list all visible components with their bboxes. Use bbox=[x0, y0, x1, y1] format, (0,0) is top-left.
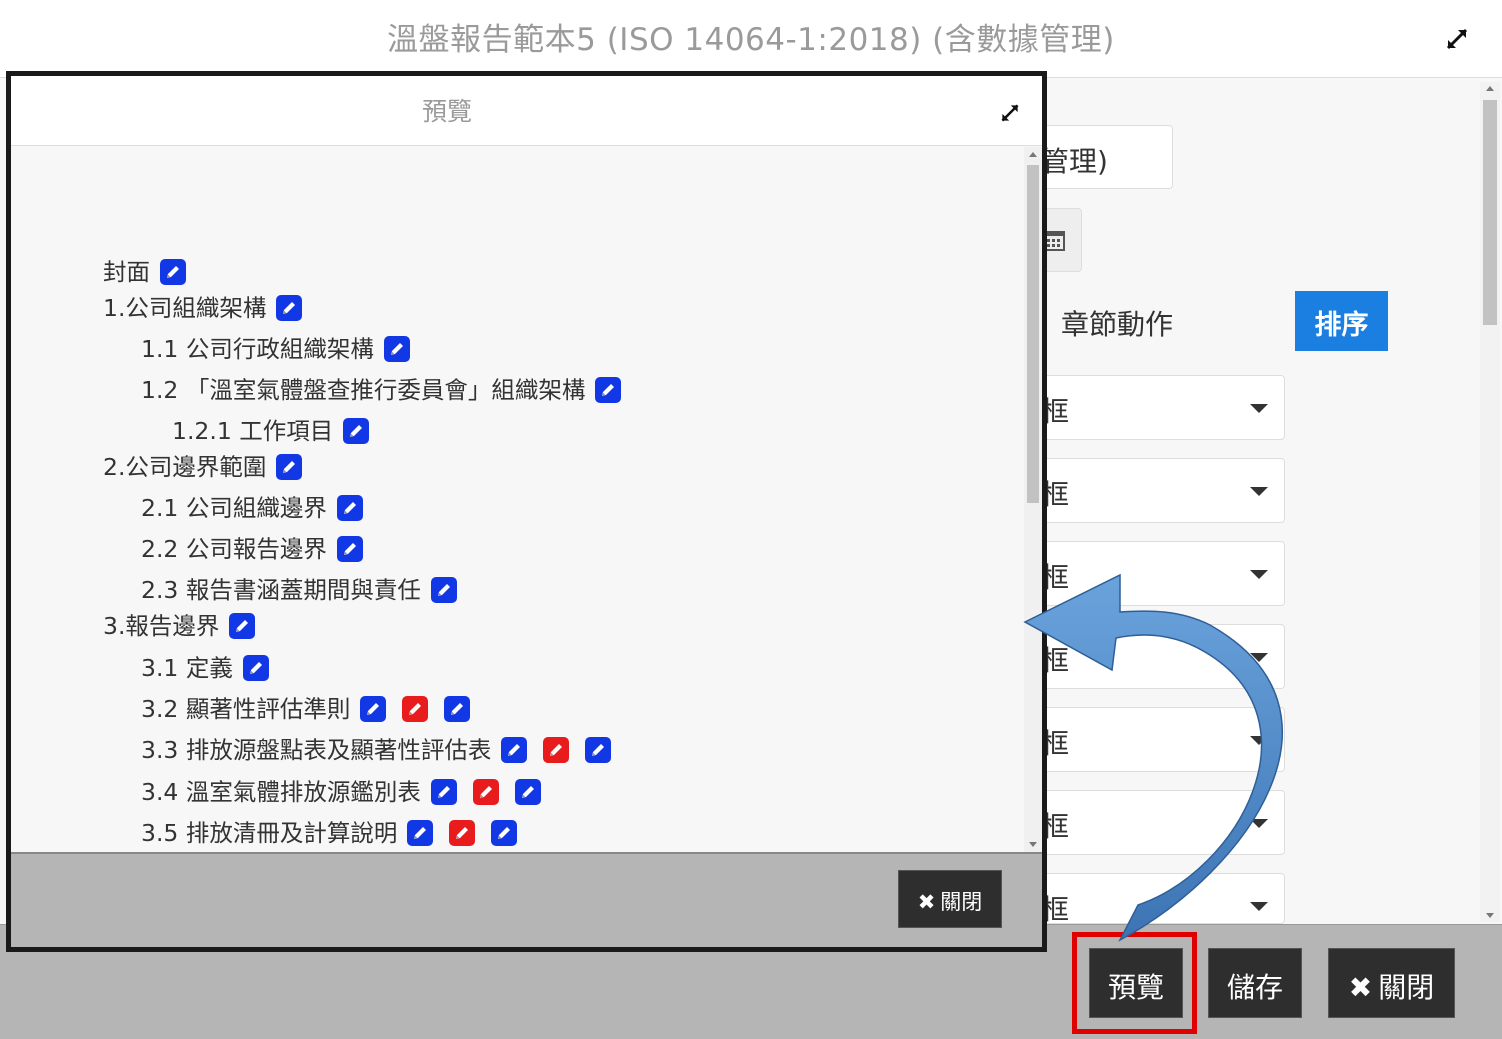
dialog-scrollbar[interactable] bbox=[1480, 82, 1500, 922]
toc-list: 封面 1.公司組織架構 1.1 公司行政組織架構 1.2 「溫室氣體盤查推行委員會」組… bbox=[11, 147, 1016, 852]
preview-close-label: 關閉 bbox=[940, 890, 983, 914]
edit-icon[interactable] bbox=[276, 453, 303, 480]
toc-item: 2.1 公司組織邊界 bbox=[141, 491, 363, 523]
scroll-down-icon[interactable] bbox=[1486, 913, 1494, 918]
toc-item-label: 2.2 公司報告邊界 bbox=[141, 534, 327, 563]
toc-item: 3.4 溫室氣體排放源鑑別表 bbox=[141, 775, 541, 807]
toc-item: 1.1 公司行政組織架構 bbox=[141, 332, 410, 364]
chevron-down-icon bbox=[1250, 404, 1268, 413]
toc-item-label: 3.3 排放源盤點表及顯著性評估表 bbox=[141, 735, 492, 764]
edit-icon[interactable] bbox=[491, 819, 518, 846]
section-action-select[interactable]: 框 bbox=[1030, 458, 1285, 523]
edit-icon[interactable] bbox=[229, 612, 256, 639]
preview-close-button[interactable]: ✖ 關閉 bbox=[898, 870, 1002, 928]
edit-icon[interactable] bbox=[514, 778, 541, 805]
section-action-select[interactable]: 框 bbox=[1030, 541, 1285, 606]
edit-icon[interactable] bbox=[360, 695, 387, 722]
sort-button[interactable]: 排序 bbox=[1295, 291, 1388, 351]
edit-icon[interactable] bbox=[407, 819, 434, 846]
edit-icon[interactable] bbox=[444, 695, 471, 722]
toc-item: 1.2.1 工作項目 bbox=[172, 414, 370, 446]
preview-footer: ✖ 關閉 bbox=[11, 852, 1042, 947]
section-action-select[interactable]: 框 bbox=[1030, 790, 1285, 855]
preview-body: 封面 1.公司組織架構 1.1 公司行政組織架構 1.2 「溫室氣體盤查推行委員會」組… bbox=[11, 147, 1042, 852]
section-action-select[interactable]: 框 bbox=[1030, 375, 1285, 440]
scrollbar-thumb[interactable] bbox=[1483, 100, 1497, 325]
toc-item: 3.2 顯著性評估準則 bbox=[141, 692, 471, 724]
edit-icon[interactable] bbox=[585, 736, 612, 763]
toc-item: 1.公司組織架構 bbox=[103, 291, 303, 323]
section-action-select[interactable]: 框 bbox=[1030, 873, 1285, 926]
expand-icon[interactable] bbox=[999, 102, 1021, 124]
edit-icon[interactable] bbox=[336, 535, 363, 562]
chevron-down-icon bbox=[1250, 736, 1268, 745]
toc-item: 2.2 公司報告邊界 bbox=[141, 532, 363, 564]
chevron-down-icon bbox=[1250, 653, 1268, 662]
edit-icon[interactable] bbox=[242, 654, 269, 681]
toc-item-label: 1.2.1 工作項目 bbox=[172, 416, 334, 445]
scroll-up-icon[interactable] bbox=[1486, 86, 1494, 91]
edit-icon[interactable] bbox=[595, 376, 622, 403]
edit-icon[interactable] bbox=[160, 258, 186, 285]
dialog-title-bar: 溫盤報告範本5 (ISO 14064-1:2018) (含數據管理) bbox=[0, 0, 1502, 78]
close-icon: ✖ bbox=[1348, 971, 1373, 1004]
section-action-label: 章節動作 bbox=[1061, 308, 1174, 341]
toc-item-label: 封面 bbox=[103, 257, 150, 286]
toc-item-label: 3.1 定義 bbox=[141, 653, 233, 682]
close-button-label: 關閉 bbox=[1378, 971, 1435, 1004]
toc-item: 3.報告邊界 bbox=[103, 609, 256, 641]
edit-icon[interactable] bbox=[336, 494, 363, 521]
preview-header: 預覽 bbox=[11, 76, 1042, 146]
scroll-up-icon[interactable] bbox=[1029, 152, 1037, 157]
chevron-down-icon bbox=[1250, 487, 1268, 496]
toc-item: 2.3 報告書涵蓋期間與責任 bbox=[141, 573, 457, 605]
toc-item: 2.公司邊界範圍 bbox=[103, 450, 303, 482]
toc-item-label: 2.3 報告書涵蓋期間與責任 bbox=[141, 575, 421, 604]
toc-item-label: 1.1 公司行政組織架構 bbox=[141, 334, 374, 363]
expand-icon[interactable] bbox=[1444, 26, 1470, 52]
section-action-select[interactable]: 框 bbox=[1030, 707, 1285, 772]
preview-scrollbar[interactable] bbox=[1024, 147, 1042, 852]
close-button[interactable]: ✖ 關閉 bbox=[1328, 948, 1455, 1018]
scrollbar-thumb[interactable] bbox=[1027, 165, 1039, 503]
toc-item-label: 1.2 「溫室氣體盤查推行委員會」組織架構 bbox=[141, 375, 586, 404]
edit-icon[interactable] bbox=[430, 576, 457, 603]
edit-icon[interactable] bbox=[343, 417, 370, 444]
preview-modal: 預覽 封面 1.公司組織架構 1.1 公司行政組織架構 1.2 「溫室氣體盤查推行委員… bbox=[6, 71, 1047, 952]
toc-item-label: 3.報告邊界 bbox=[103, 611, 220, 640]
chevron-down-icon bbox=[1250, 902, 1268, 911]
toc-item: 3.1 定義 bbox=[141, 651, 269, 683]
edit-icon[interactable] bbox=[501, 736, 528, 763]
edit-data-icon[interactable] bbox=[449, 819, 476, 846]
toc-item: 封面 bbox=[103, 255, 186, 287]
section-action-select[interactable]: 框 bbox=[1030, 624, 1285, 689]
edit-data-icon[interactable] bbox=[472, 778, 499, 805]
toc-item-label: 3.5 排放清冊及計算說明 bbox=[141, 818, 398, 847]
toc-item-label: 3.2 顯著性評估準則 bbox=[141, 694, 351, 723]
toc-item-label: 1.公司組織架構 bbox=[103, 293, 267, 322]
toc-item-label: 2.公司邊界範圍 bbox=[103, 452, 267, 481]
toc-item: 1.2 「溫室氣體盤查推行委員會」組織架構 bbox=[141, 373, 622, 405]
edit-icon[interactable] bbox=[383, 335, 410, 362]
edit-data-icon[interactable] bbox=[543, 736, 570, 763]
toc-item-label: 2.1 公司組織邊界 bbox=[141, 493, 327, 522]
edit-icon[interactable] bbox=[276, 294, 303, 321]
save-button[interactable]: 儲存 bbox=[1208, 948, 1302, 1018]
scroll-down-icon[interactable] bbox=[1029, 842, 1037, 847]
close-icon: ✖ bbox=[917, 890, 936, 914]
edit-icon[interactable] bbox=[430, 778, 457, 805]
chevron-down-icon bbox=[1250, 570, 1268, 579]
preview-title: 預覽 bbox=[421, 97, 472, 126]
edit-data-icon[interactable] bbox=[402, 695, 429, 722]
preview-button-highlight bbox=[1072, 932, 1197, 1034]
toc-item: 3.5 排放清冊及計算說明 bbox=[141, 816, 518, 848]
dialog-title: 溫盤報告範本5 (ISO 14064-1:2018) (含數據管理) bbox=[387, 22, 1115, 58]
template-name-input[interactable]: 管理) bbox=[1030, 125, 1173, 189]
chevron-down-icon bbox=[1250, 819, 1268, 828]
toc-item: 3.3 排放源盤點表及顯著性評估表 bbox=[141, 733, 612, 765]
toc-item-label: 3.4 溫室氣體排放源鑑別表 bbox=[141, 777, 421, 806]
